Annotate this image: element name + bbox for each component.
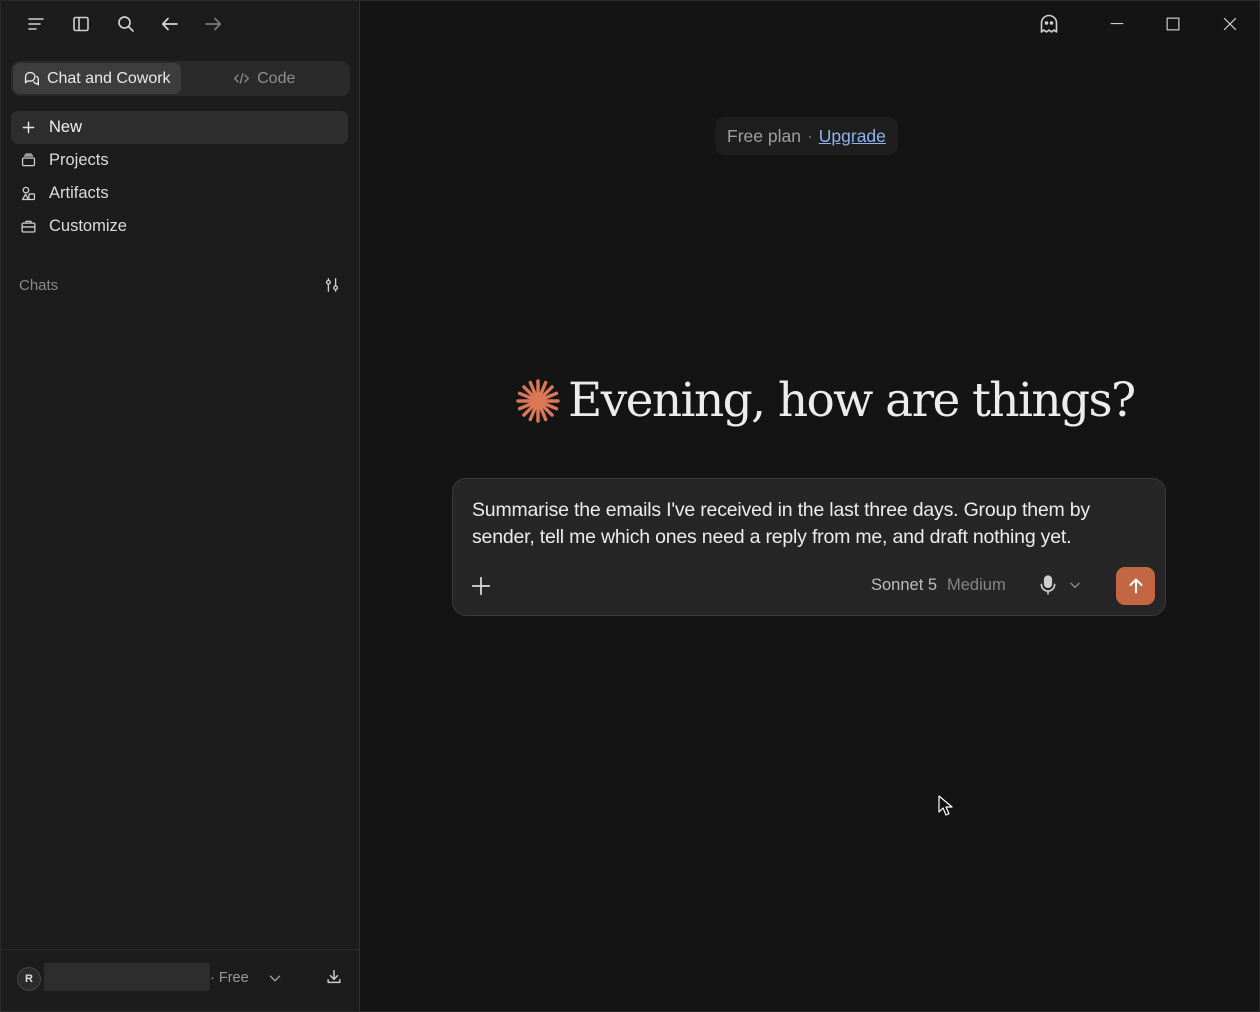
chats-header: Chats [19, 273, 342, 297]
sidebar-item-label: Artifacts [49, 184, 109, 202]
ghost-icon[interactable] [1037, 12, 1061, 36]
send-button[interactable] [1116, 567, 1155, 605]
message-composer: Summarise the emails I've received in th… [452, 478, 1166, 616]
tab-chat-and-cowork[interactable]: Chat and Cowork [13, 63, 181, 94]
tab-label: Code [257, 69, 296, 87]
sidebar-item-customize[interactable]: Customize [11, 210, 348, 243]
mouse-pointer-icon [938, 795, 953, 816]
sidebar-item-label: Customize [49, 217, 127, 235]
sidebar-item-new[interactable]: New [11, 111, 348, 144]
minimize-icon[interactable] [1105, 12, 1129, 36]
forward-arrow-icon[interactable] [201, 12, 225, 36]
sidebar: Chat and Cowork Code New Projects Artifa… [1, 1, 360, 1011]
chat-bubbles-icon [24, 71, 39, 86]
main-panel: Free plan · Upgrade Evening, how are thi… [360, 1, 1259, 1011]
avatar[interactable]: R [17, 967, 41, 991]
shapes-icon [21, 186, 36, 201]
account-footer: R · Free [1, 949, 359, 1011]
chats-label: Chats [19, 276, 59, 294]
upgrade-link[interactable]: Upgrade [819, 126, 886, 147]
folder-stack-icon [21, 153, 36, 167]
separator-dot: · [806, 125, 813, 146]
code-icon [234, 73, 250, 84]
tab-code[interactable]: Code [181, 63, 349, 94]
prompt-input[interactable]: Summarise the emails I've received in th… [472, 497, 1156, 551]
sidebar-nav: New Projects Artifacts Customize [11, 111, 348, 243]
model-selector[interactable]: Sonnet 5 [871, 576, 937, 595]
close-icon[interactable] [1218, 12, 1242, 36]
app-window: Chat and Cowork Code New Projects Artifa… [0, 0, 1260, 1012]
add-attachment-button[interactable] [469, 574, 493, 598]
sidebar-toolbar [1, 1, 360, 47]
redacted-username [44, 963, 210, 991]
plan-label: · Free [210, 970, 249, 986]
sidebar-item-label: New [49, 118, 83, 136]
mode-toggle: Chat and Cowork Code [11, 61, 350, 96]
chevron-down-icon[interactable] [266, 969, 284, 987]
asterisk-logo-icon [516, 378, 560, 423]
briefcase-icon [21, 220, 36, 233]
back-arrow-icon[interactable] [158, 12, 182, 36]
sidebar-toggle-icon[interactable] [69, 12, 93, 36]
plus-icon [22, 121, 35, 134]
plus-icon [471, 576, 491, 596]
plan-notice: Free plan · Upgrade [715, 117, 898, 155]
tab-label: Chat and Cowork [46, 69, 171, 87]
window-controls [999, 1, 1259, 47]
effort-selector[interactable]: Medium [947, 576, 1006, 595]
maximize-icon[interactable] [1161, 12, 1185, 36]
greeting-text: Evening, how are things? [568, 373, 1136, 428]
chevron-down-icon[interactable] [1067, 577, 1083, 593]
search-icon[interactable] [114, 12, 138, 36]
sidebar-item-projects[interactable]: Projects [11, 144, 348, 177]
filter-sliders-icon[interactable] [322, 275, 342, 295]
sidebar-item-artifacts[interactable]: Artifacts [11, 177, 348, 210]
sidebar-item-label: Projects [49, 151, 109, 169]
menu-icon[interactable] [24, 12, 48, 36]
download-icon[interactable] [325, 968, 345, 988]
arrow-up-icon [1129, 578, 1142, 594]
microphone-icon[interactable] [1037, 574, 1059, 596]
plan-name: Free plan [727, 125, 801, 146]
greeting: Evening, how are things? [514, 373, 1136, 428]
